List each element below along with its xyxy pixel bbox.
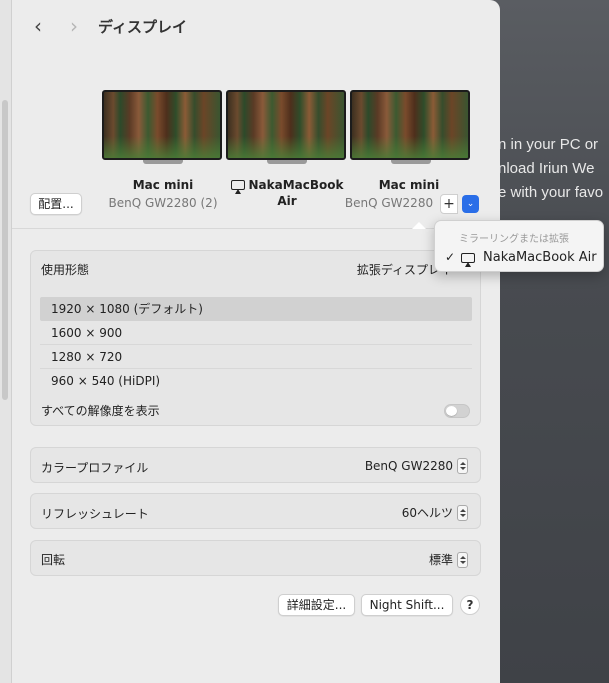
color-profile-label: カラープロファイル (41, 461, 149, 475)
add-display-button[interactable]: + (440, 194, 458, 214)
advanced-settings-button[interactable]: 詳細設定... (278, 594, 355, 616)
resolution-option[interactable]: 1280 × 720 (40, 345, 472, 369)
resolution-option[interactable]: 960 × 540 (HiDPI) (40, 369, 472, 393)
display-name: NakaMacBook (222, 178, 352, 194)
resolution-group: 使用形態 拡張ディスプレイ 1920 × 1080 (デフォルト) 1600 ×… (30, 250, 481, 426)
toolbar: ‹ › ディスプレイ (12, 0, 500, 52)
resolution-list: 1920 × 1080 (デフォルト) 1600 × 900 1280 × 72… (40, 297, 472, 393)
refresh-rate-value: 60ヘルツ (401, 506, 453, 520)
divider (12, 228, 500, 229)
rotation-row: 回転 標準 (30, 540, 481, 576)
menu-heading: ミラーリングまたは拡張 (459, 234, 569, 245)
forward-button[interactable]: › (62, 14, 86, 38)
display-name-line: NakaMacBook (248, 178, 344, 192)
desktop-background: n in your PC or nload Iriun We e with yo… (486, 0, 609, 683)
checkmark-icon: ✓ (445, 250, 456, 264)
sidebar-edge (0, 0, 12, 683)
display-icon (102, 90, 222, 160)
display-model: BenQ GW2280 (2) (108, 196, 218, 210)
display-name: Mac mini (378, 178, 440, 192)
rotation-select[interactable]: 標準 (429, 551, 468, 568)
show-all-resolutions-toggle[interactable] (444, 404, 470, 418)
airplay-icon (461, 253, 475, 267)
rotation-value: 標準 (428, 553, 453, 567)
display-icon (226, 90, 346, 160)
select-stepper-icon (457, 458, 468, 474)
refresh-rate-row: リフレッシュレート 60ヘルツ (30, 493, 481, 529)
display-name-line: Air (277, 194, 297, 208)
mirror-extend-menu: ミラーリングまたは拡張 ✓ NakaMacBook Air (434, 220, 604, 272)
settings-window: ‹ › ディスプレイ Mac mini BenQ GW2280 (2) Naka… (12, 0, 500, 683)
selection-pointer (412, 222, 426, 229)
select-stepper-icon (457, 552, 468, 568)
display-stand (267, 160, 307, 164)
display-stand (143, 160, 183, 164)
resolution-option[interactable]: 1600 × 900 (40, 321, 472, 345)
background-text-line: nload Iriun We (498, 160, 595, 177)
help-button[interactable]: ? (460, 595, 480, 615)
resolution-option[interactable]: 1920 × 1080 (デフォルト) (40, 297, 472, 321)
rotation-label: 回転 (41, 553, 66, 567)
background-text-line: n in your PC or (498, 136, 599, 153)
color-profile-select[interactable]: BenQ GW2280 (365, 458, 468, 474)
background-text-line: e with your favo (498, 184, 604, 201)
refresh-rate-label: リフレッシュレート (41, 507, 149, 521)
usage-label: 使用形態 (41, 263, 90, 277)
color-profile-row: カラープロファイル BenQ GW2280 (30, 447, 481, 483)
airplay-icon (230, 180, 245, 194)
sidebar-scrollbar[interactable] (2, 100, 8, 400)
display-stand (391, 160, 431, 164)
color-profile-value: BenQ GW2280 (364, 459, 453, 473)
menu-item-nakamacbook-air[interactable]: NakaMacBook Air (483, 250, 597, 265)
display-thumbnail-nakamacbook-air[interactable] (226, 90, 348, 164)
chevron-down-icon[interactable]: ⌄ (462, 195, 479, 213)
show-all-resolutions-label: すべての解像度を表示 (41, 404, 160, 418)
night-shift-button[interactable]: Night Shift... (361, 594, 453, 616)
select-stepper-icon (457, 505, 468, 521)
display-thumbnail-mac-mini[interactable] (350, 90, 472, 164)
refresh-rate-select[interactable]: 60ヘルツ (402, 504, 468, 521)
display-name: Mac mini (132, 178, 194, 192)
back-button[interactable]: ‹ (26, 14, 50, 38)
display-model: BenQ GW2280 (344, 196, 434, 210)
arrange-button[interactable]: 配置... (30, 193, 82, 215)
display-thumbnail-mac-mini-2[interactable] (102, 90, 224, 164)
page-title: ディスプレイ (98, 18, 187, 36)
display-icon (350, 90, 470, 160)
